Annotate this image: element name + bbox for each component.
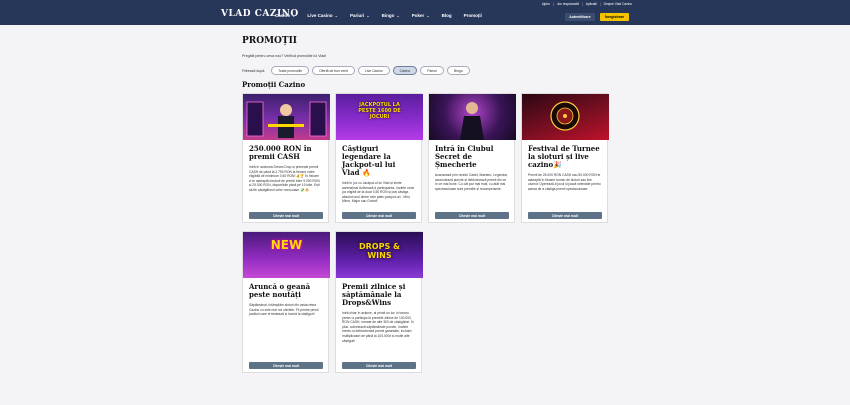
page-title: PROMOȚII [242, 36, 298, 46]
nav-label: Blog [441, 13, 452, 18]
promo-title: Festival de Turnee la sloturi și live ca… [528, 144, 600, 169]
filter-chip-toate[interactable]: Toate promoțiile [271, 66, 310, 75]
read-more-button[interactable]: Citește mai mult [528, 212, 602, 219]
filter-bar: Filtrează după: Toate promoțiile Ofertă … [242, 66, 470, 75]
utility-link-aplicatii[interactable]: Aplicații [586, 2, 597, 6]
jackpot-banner-text: JACKPOTUL LA PESTE 1600 DE JOCURI [358, 102, 401, 120]
promo-title: Câștiguri legendare la Jackpot-ul lui Vl… [342, 144, 396, 177]
nav-label: Casino [275, 13, 291, 18]
utility-links: Ajutor | Joc responsabil | Aplicații | Desp… [542, 2, 632, 6]
promo-image [522, 94, 609, 140]
separator: | [582, 2, 583, 6]
site-header: VLAD CAZINO Casino ⌄ Live Casino ⌄ Pariuri… [0, 0, 850, 25]
promo-image [243, 94, 330, 140]
promo-description: Intră chiar în acțiune, ai primit un loc… [342, 311, 414, 343]
chevron-down-icon: ⌄ [396, 13, 400, 18]
chevron-down-icon: ⌄ [426, 13, 430, 18]
filter-label: Filtrează după: [242, 68, 266, 73]
filter-chip-pariuri[interactable]: Pariuri [420, 66, 445, 75]
nav-label: Pariuri [350, 13, 365, 18]
slot-machines-illustration [246, 101, 327, 138]
promo-title: Premii zilnice și săptămânale la Drops&W… [342, 282, 406, 307]
login-button[interactable]: Autentificare [565, 13, 595, 21]
promo-title: 250.000 RON în premii CASH [249, 144, 312, 161]
new-banner-text: NEW [270, 238, 303, 252]
nav-label: Poker [411, 13, 425, 18]
promo-image: NEW [243, 232, 330, 278]
utility-link-ajutor[interactable]: Ajutor [542, 2, 550, 6]
separator: | [553, 2, 554, 6]
nav-item-promotii[interactable]: Promoții [464, 13, 482, 18]
nav-item-blog[interactable]: Blog [442, 13, 452, 18]
promo-image [429, 94, 516, 140]
promo-description: Săptămânal, întâmplăm sloturi din vasta … [249, 303, 319, 317]
main-nav: Casino ⌄ Live Casino ⌄ Pariuri ⌄ Bingo ⌄ Pok… [275, 13, 482, 18]
filter-chip-casino[interactable]: Casino [392, 66, 418, 75]
utility-link-despre[interactable]: Despre Vlad Cazino [604, 2, 632, 6]
roulette-illustration [550, 101, 580, 131]
page-subtitle: Pregătit pentru ceva nou? Verifică promo… [242, 54, 327, 58]
filter-chip-bingo[interactable]: Bingo [447, 66, 470, 75]
promo-card: Intră în Clubul Secret de Șmecherie Avan… [428, 93, 516, 223]
promo-card: Festival de Turnee la sloturi și live ca… [521, 93, 609, 223]
promo-title: Aruncă o geană peste noutăți [249, 282, 311, 299]
nav-label: Promoții [463, 13, 482, 18]
promo-description: Avansează prin nivelul Cadet, Maestru, L… [435, 173, 508, 191]
promo-description: Premii de 25.000 RON CASH sau 50.000 RON… [528, 173, 601, 191]
nav-item-casino[interactable]: Casino ⌄ [275, 13, 295, 18]
promo-description: Intră în acțiunea Dream Drop și primește… [249, 165, 320, 192]
promo-description: Intră în joc cu Jackpot-ul lui Vlad și s… [342, 181, 415, 204]
promo-card: DROPS & WINS Premii zilnice și săptămâna… [335, 231, 423, 373]
promo-image: JACKPOTUL LA PESTE 1600 DE JOCURI [336, 94, 423, 140]
nav-item-bingo[interactable]: Bingo ⌄ [382, 13, 400, 18]
secret-club-illustration [460, 102, 484, 140]
read-more-button[interactable]: Citește mai mult [249, 362, 323, 369]
section-title: Promoții Cazino [242, 80, 306, 89]
nav-label: Bingo [381, 13, 395, 18]
promo-image: DROPS & WINS [336, 232, 423, 278]
register-button[interactable]: Înregistrare [600, 13, 629, 21]
read-more-button[interactable]: Citește mai mult [435, 212, 509, 219]
read-more-button[interactable]: Citește mai mult [249, 212, 323, 219]
filter-chip-bun-venit[interactable]: Ofertă de bun venit [312, 66, 355, 75]
chevron-down-icon: ⌄ [366, 13, 370, 18]
drops-wins-banner-text: DROPS & WINS [359, 242, 400, 260]
promo-card: 250.000 RON în premii CASH Intră în acți… [242, 93, 330, 223]
nav-label: Live Casino [307, 13, 333, 18]
read-more-button[interactable]: Citește mai mult [342, 362, 416, 369]
nav-item-poker[interactable]: Poker ⌄ [412, 13, 430, 18]
filter-chip-live-casino[interactable]: Live Casino [357, 66, 390, 75]
utility-link-joc-responsabil[interactable]: Joc responsabil [557, 2, 579, 6]
chevron-down-icon: ⌄ [334, 13, 338, 18]
promo-card: JACKPOTUL LA PESTE 1600 DE JOCURI Câștig… [335, 93, 423, 223]
nav-item-live-casino[interactable]: Live Casino ⌄ [307, 13, 338, 18]
chevron-down-icon: ⌄ [292, 13, 296, 18]
promo-card: NEW Aruncă o geană peste noutăți Săptămâ… [242, 231, 330, 373]
read-more-button[interactable]: Citește mai mult [342, 212, 416, 219]
separator: | [599, 2, 601, 6]
promo-title: Intră în Clubul Secret de Șmecherie [435, 144, 494, 169]
nav-item-pariuri[interactable]: Pariuri ⌄ [350, 13, 370, 18]
